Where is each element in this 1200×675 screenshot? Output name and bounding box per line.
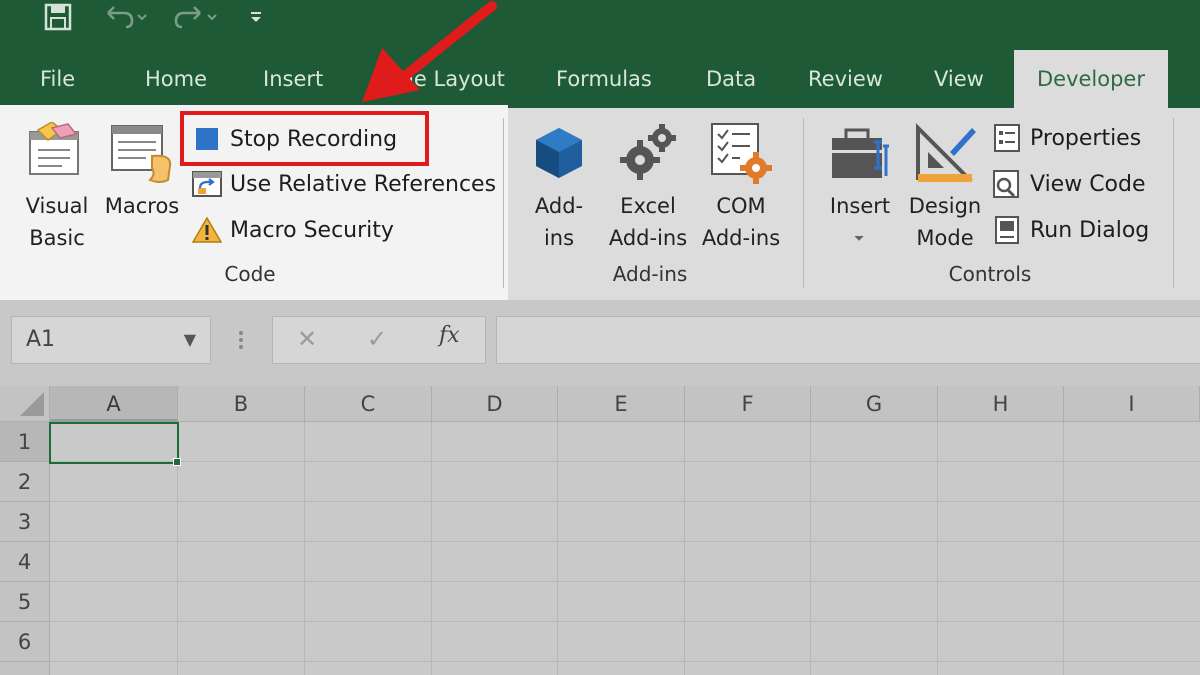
excel-window: File Home Insert Page Layout Formulas Da… xyxy=(0,0,1200,675)
annotation-arrow xyxy=(362,1,497,102)
